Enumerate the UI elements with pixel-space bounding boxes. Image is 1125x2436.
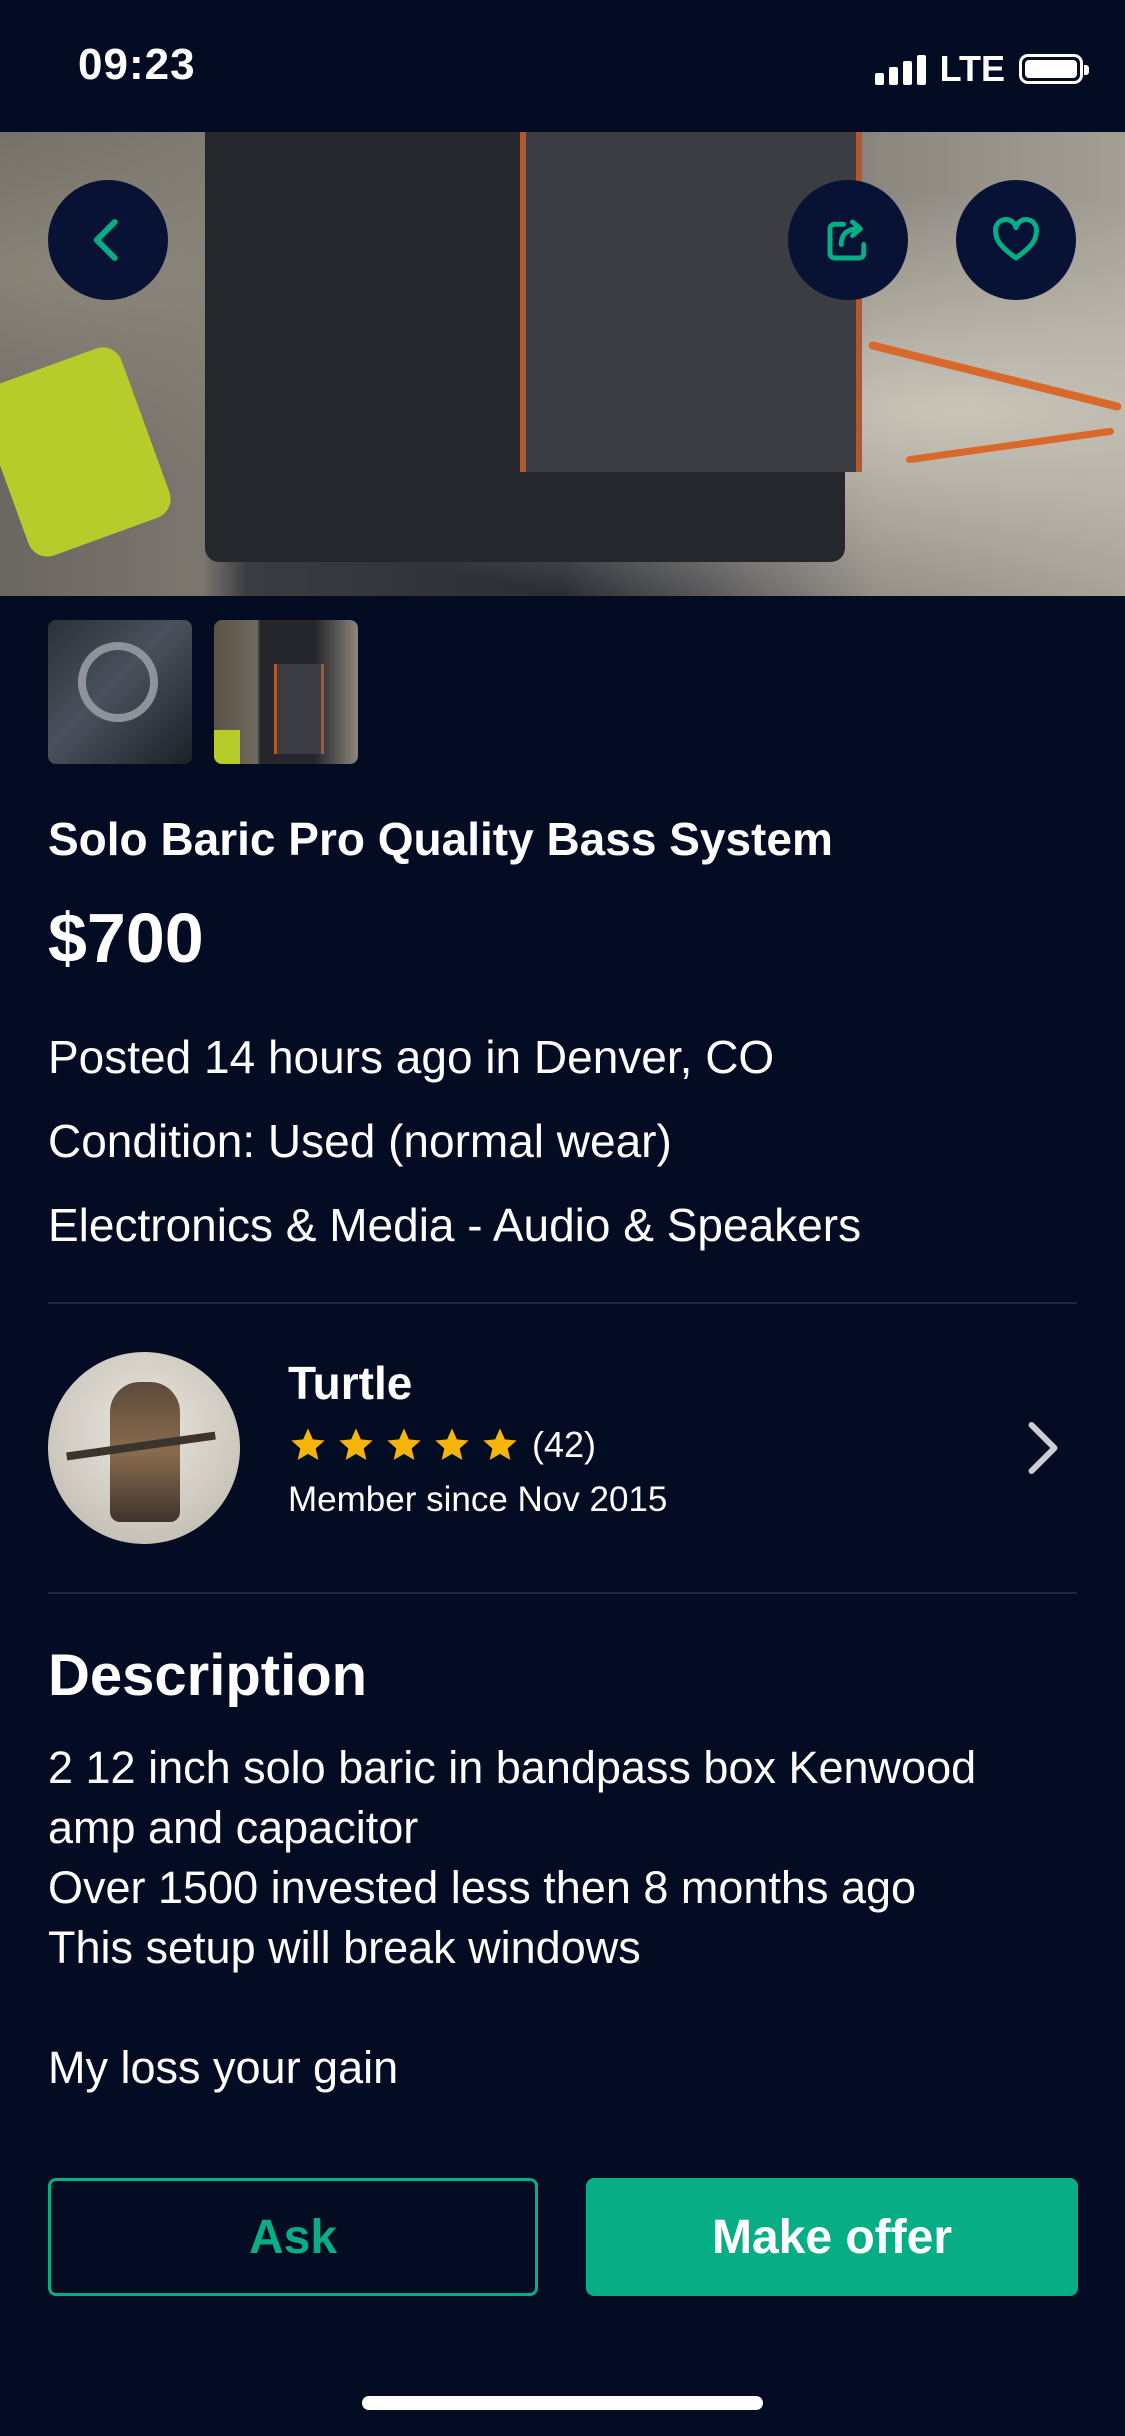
category-info: Electronics & Media - Audio & Speakers [48,1199,862,1251]
divider [48,1302,1077,1304]
status-bar: 09:23 LTE [0,0,1125,132]
star-icon [483,1428,517,1460]
posted-info: Posted 14 hours ago in Denver, CO [48,1031,775,1083]
star-icon [435,1428,469,1460]
status-time: 09:23 [78,40,196,89]
star-icon [339,1428,373,1460]
seller-name: Turtle [288,1357,413,1409]
heart-icon [993,217,1039,261]
description-line: This setup will break windows [48,1922,641,1973]
member-since: Member since Nov 2015 [288,1480,668,1519]
chevron-left-icon [93,219,118,261]
listing-price: $700 [48,899,204,977]
photo-thumbnail[interactable] [214,620,358,764]
photo-thumbnail[interactable] [48,620,192,764]
home-indicator[interactable] [362,2396,763,2410]
description-heading: Description [48,1643,368,1708]
make-offer-button[interactable]: Make offer [586,2178,1078,2296]
signal-icon [874,53,926,85]
status-indicators: LTE [874,48,1089,90]
battery-icon [1019,54,1089,84]
share-button[interactable] [788,180,908,300]
network-label: LTE [939,48,1005,89]
listing-main-photo[interactable] [0,132,1125,596]
description-line: My loss your gain [48,2042,399,2093]
condition-info: Condition: Used (normal wear) [48,1115,672,1167]
description-line: amp and capacitor [48,1802,419,1853]
rating-count: (42) [532,1424,597,1465]
ask-button[interactable]: Ask [48,2178,538,2296]
listing-title: Solo Baric Pro Quality Bass System [48,813,833,865]
back-button[interactable] [48,180,168,300]
favorite-button[interactable] [956,180,1076,300]
star-icon [387,1428,421,1460]
share-icon [827,219,867,261]
chevron-right-icon [1028,1422,1058,1474]
divider [48,1592,1077,1594]
description-line: Over 1500 invested less then 8 months ag… [48,1862,917,1913]
photo-thumbnails [48,620,358,764]
seller-avatar [48,1352,240,1544]
seller-rating: (42) [288,1424,596,1466]
star-icon [291,1428,325,1460]
seller-card[interactable]: Turtle (42) Member since Nov 2015 [0,1352,1125,1548]
description-line: 2 12 inch solo baric in bandpass box Ken… [48,1742,977,1793]
